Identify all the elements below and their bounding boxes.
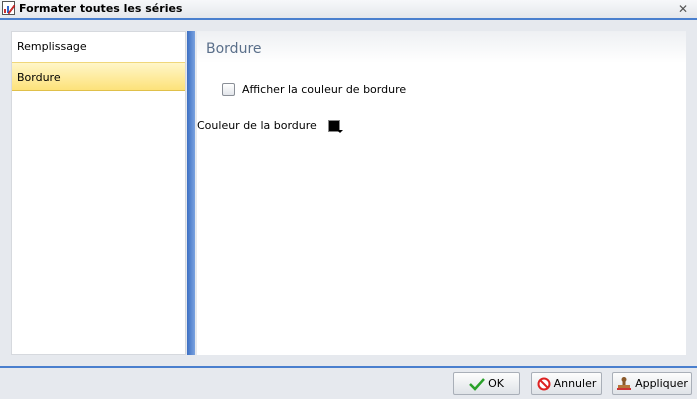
nav-item-remplissage[interactable]: Remplissage	[12, 32, 185, 61]
stamp-icon	[617, 377, 632, 390]
ok-button[interactable]: OK	[453, 372, 520, 395]
border-color-picker[interactable]	[327, 119, 343, 135]
ok-label: OK	[488, 377, 504, 390]
nav-item-label: Bordure	[17, 71, 61, 84]
title-divider	[0, 18, 697, 20]
close-icon[interactable]: ✕	[677, 3, 689, 15]
format-series-dialog: Formater toutes les séries ✕ Remplissage…	[0, 0, 697, 399]
dialog-title: Formater toutes les séries	[19, 2, 183, 15]
show-border-color-option[interactable]: Afficher la couleur de bordure	[222, 81, 406, 97]
title-bar[interactable]: Formater toutes les séries ✕	[0, 0, 697, 18]
apply-button[interactable]: Appliquer	[612, 372, 692, 395]
cancel-button[interactable]: Annuler	[531, 372, 602, 395]
nav-item-label: Remplissage	[17, 40, 87, 53]
cancel-icon	[537, 377, 551, 390]
show-border-color-label: Afficher la couleur de bordure	[242, 82, 407, 96]
button-bar: OK Annuler Appliquer	[0, 368, 697, 399]
show-border-color-checkbox[interactable]	[222, 82, 235, 96]
content-header: Bordure	[197, 31, 686, 63]
chart-format-icon	[2, 1, 16, 15]
checkmark-icon	[469, 377, 485, 391]
apply-label: Appliquer	[635, 377, 688, 390]
border-color-label: Couleur de la bordure	[197, 119, 317, 132]
nav-item-bordure[interactable]: Bordure	[12, 62, 185, 91]
dropdown-arrow-icon	[337, 130, 343, 133]
section-title: Bordure	[206, 41, 262, 57]
panel-splitter[interactable]	[187, 31, 195, 355]
content-panel: Bordure Afficher la couleur de bordure C…	[197, 31, 686, 355]
cancel-label: Annuler	[553, 377, 597, 390]
category-nav: Remplissage Bordure	[11, 31, 186, 355]
